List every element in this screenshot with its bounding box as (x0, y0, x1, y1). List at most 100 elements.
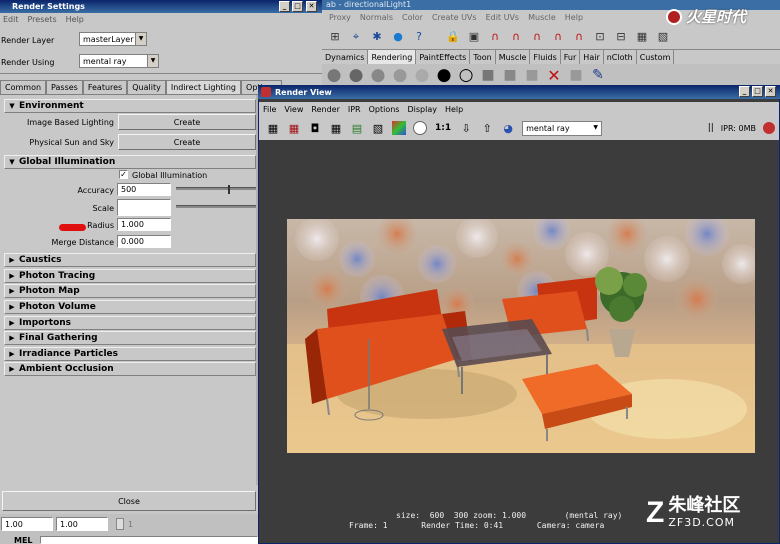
section-photon-volume[interactable]: ▶ Photon Volume (4, 300, 256, 314)
menu-edit-uvs[interactable]: Edit UVs (486, 13, 520, 22)
rv-menu-render[interactable]: Render (311, 105, 339, 114)
camera-icon[interactable]: ◕ (499, 119, 517, 137)
menu-normals[interactable]: Normals (360, 13, 393, 22)
close-window-button[interactable]: ✕ (765, 86, 776, 97)
menu-create-uvs[interactable]: Create UVs (432, 13, 477, 22)
ratio-label[interactable]: 1:1 (432, 123, 454, 133)
magnet-point-icon[interactable]: ∩ (528, 28, 546, 46)
redo-render-icon[interactable]: ▦ (264, 119, 282, 137)
section-global-illumination[interactable]: ▼ Global Illumination (4, 155, 256, 169)
sphere-icon[interactable]: ● (389, 28, 407, 46)
section-ambient-occlusion[interactable]: ▶ Ambient Occlusion (4, 362, 256, 376)
section-irradiance-particles[interactable]: ▶ Irradiance Particles (4, 347, 256, 361)
accuracy-field[interactable]: 500 (117, 183, 171, 196)
radius-field[interactable]: 1.000 (117, 218, 171, 231)
shelf-tab-fur[interactable]: Fur (561, 50, 581, 64)
display-rgb-icon[interactable] (390, 119, 408, 137)
section-environment[interactable]: ▼ Environment (4, 99, 256, 113)
shader-sphere-icon[interactable]: ● (325, 65, 343, 85)
keep-image-icon[interactable]: ⇩ (457, 119, 475, 137)
minimize-button[interactable]: _ (279, 1, 290, 12)
rv-menu-display[interactable]: Display (407, 105, 437, 114)
tab-indirect-lighting[interactable]: Indirect Lighting (165, 80, 242, 94)
shelf-tab-painteffects[interactable]: PaintEffects (416, 50, 471, 64)
maximize-button[interactable]: □ (292, 1, 303, 12)
tab-quality[interactable]: Quality (127, 80, 166, 94)
section-photon-tracing[interactable]: ▶ Photon Tracing (4, 269, 256, 283)
select-tool-icon[interactable]: ⌖ (347, 28, 365, 46)
renderer-dropdown[interactable]: mental ray ▼ (522, 120, 603, 136)
minimize-button[interactable]: _ (739, 86, 750, 97)
render-settings-icon[interactable]: ▧ (369, 119, 387, 137)
magnet-live-icon[interactable]: ∩ (570, 28, 588, 46)
shelf-tab-toon[interactable]: Toon (470, 50, 496, 64)
layout-icon[interactable]: ⊞ (326, 28, 344, 46)
lock-icon[interactable]: 🔒 (444, 28, 462, 46)
rv-menu-ipr[interactable]: IPR (348, 105, 361, 114)
rv-menu-view[interactable]: View (284, 105, 303, 114)
batch-render-icon[interactable]: ▧ (654, 28, 672, 46)
history-icon[interactable]: ⊟ (612, 28, 630, 46)
menu-presets[interactable]: Presets (28, 15, 57, 24)
shelf-tab-rendering[interactable]: Rendering (368, 50, 417, 64)
shelf-tab-dynamics[interactable]: Dynamics (322, 50, 369, 64)
section-final-gathering[interactable]: ▶ Final Gathering (4, 331, 256, 345)
magnet-curve-icon[interactable]: ∩ (507, 28, 525, 46)
tab-passes[interactable]: Passes (46, 80, 83, 94)
texture-icon[interactable]: ■ (479, 66, 497, 84)
menu-help[interactable]: Help (66, 15, 84, 24)
slider-handle[interactable] (228, 185, 230, 194)
mel-input[interactable] (40, 536, 258, 544)
maximize-button[interactable]: □ (752, 86, 763, 97)
frame-marker[interactable] (116, 518, 124, 530)
paint-brush-icon[interactable]: ✎ (589, 66, 607, 84)
snap-icon[interactable]: ✱ (368, 28, 386, 46)
create-physical-sun-button[interactable]: Create (118, 134, 256, 150)
shelf-tab-hair[interactable]: Hair (580, 50, 604, 64)
display-alpha-icon[interactable] (411, 119, 429, 137)
ipr-render-icon[interactable]: ▦ (327, 119, 345, 137)
render-layer-dropdown[interactable]: masterLayer ▼ (79, 32, 147, 46)
ipr-stop-icon[interactable] (763, 122, 775, 134)
menu-muscle[interactable]: Muscle (528, 13, 556, 22)
rendered-image[interactable] (287, 219, 755, 453)
rv-menu-options[interactable]: Options (369, 105, 400, 114)
shader-sphere-icon[interactable]: ● (391, 65, 409, 85)
menu-help[interactable]: Help (565, 13, 583, 22)
shader-sphere-icon[interactable]: ● (347, 65, 365, 85)
shelf-tab-custom[interactable]: Custom (637, 50, 675, 64)
menu-edit[interactable]: Edit (3, 15, 19, 24)
ring-shader-icon[interactable]: ○ (457, 65, 475, 85)
time-field-start[interactable]: 1.00 (1, 517, 53, 531)
help-icon[interactable]: ? (410, 28, 428, 46)
time-field-end[interactable]: 1.00 (56, 517, 108, 531)
render-region-icon[interactable]: ▦ (285, 119, 303, 137)
menu-proxy[interactable]: Proxy (329, 13, 351, 22)
pause-ipr-icon[interactable]: || (708, 123, 714, 133)
menu-color[interactable]: Color (402, 13, 423, 22)
snapshot-icon[interactable]: ◘ (306, 119, 324, 137)
section-photon-map[interactable]: ▶ Photon Map (4, 284, 256, 298)
magnet-surface-icon[interactable]: ∩ (549, 28, 567, 46)
create-ibl-button[interactable]: Create (118, 114, 256, 130)
close-window-button[interactable]: ✕ (306, 1, 317, 12)
render-view-titlebar[interactable]: Render View _ □ ✕ (258, 85, 780, 99)
black-shader-icon[interactable]: ● (435, 65, 453, 85)
merge-distance-field[interactable]: 0.000 (117, 235, 171, 248)
magnet-icon[interactable]: ∩ (486, 28, 504, 46)
texture-icon[interactable]: ■ (567, 66, 585, 84)
rv-menu-file[interactable]: File (263, 105, 276, 114)
clapper-icon[interactable]: ▦ (633, 28, 651, 46)
tab-common[interactable]: Common (0, 80, 47, 94)
render-settings-titlebar[interactable]: Render Settings _ □ ✕ (0, 0, 322, 13)
render-using-dropdown[interactable]: mental ray ▼ (79, 54, 159, 68)
delete-icon[interactable]: ✕ (545, 66, 563, 85)
refresh-ipr-icon[interactable]: ▤ (348, 119, 366, 137)
shelf-tab-fluids[interactable]: Fluids (530, 50, 561, 64)
texture-icon[interactable]: ■ (523, 66, 541, 84)
shelf-tab-muscle[interactable]: Muscle (496, 50, 531, 64)
shader-sphere-icon[interactable]: ● (413, 65, 431, 85)
scale-color-swatch[interactable] (117, 199, 171, 216)
section-caustics[interactable]: ▶ Caustics (4, 253, 256, 267)
scale-slider[interactable] (176, 205, 256, 208)
